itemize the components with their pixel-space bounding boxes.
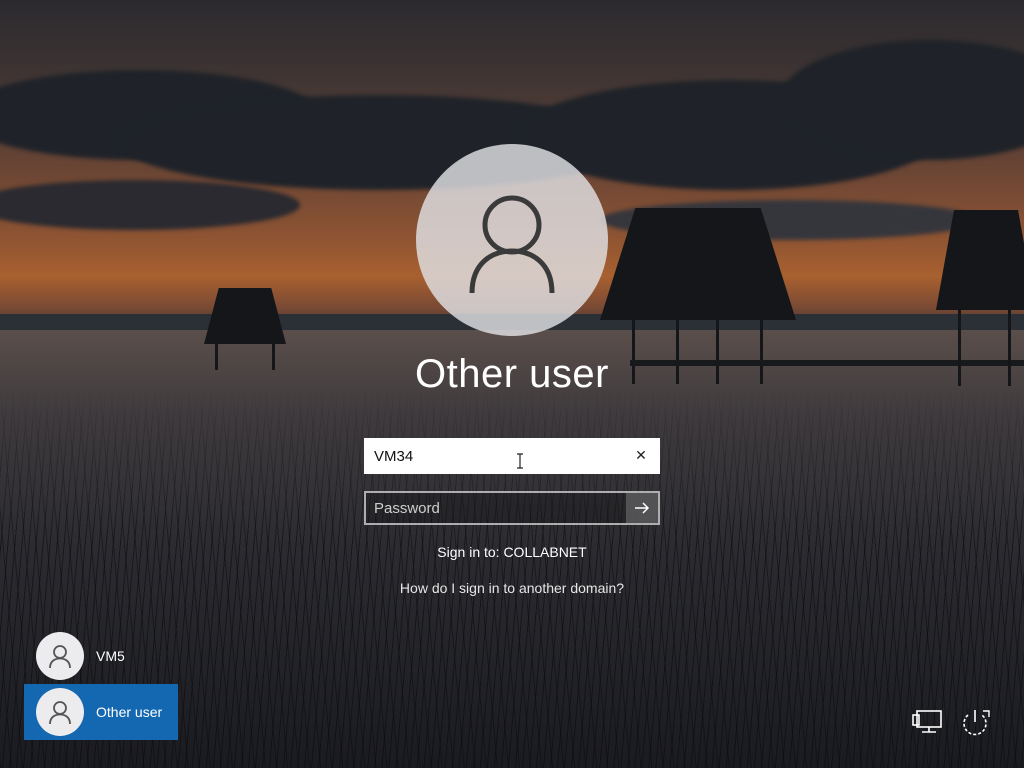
username-input[interactable] [366, 446, 626, 466]
person-icon [469, 195, 555, 294]
password-field[interactable] [364, 491, 660, 525]
person-icon [49, 645, 71, 669]
avatar [36, 632, 84, 680]
page-title: Other user [415, 352, 609, 396]
arrow-right-icon [635, 502, 650, 514]
user-tile-label: VM5 [96, 648, 125, 664]
network-icon [912, 710, 942, 733]
other-domain-link[interactable]: How do I sign in to another domain? [312, 580, 712, 596]
clear-icon[interactable]: ✕ [632, 447, 650, 465]
power-button[interactable] [958, 706, 992, 740]
username-field[interactable]: ✕ [364, 438, 660, 474]
user-tile-other-user[interactable]: Other user [24, 684, 178, 740]
text-cursor-icon [517, 453, 523, 469]
avatar [36, 688, 84, 736]
password-input[interactable] [366, 498, 626, 518]
power-icon [963, 710, 990, 736]
lock-screen: Other user ✕ Sign in to: COLLABNET How d… [0, 0, 1024, 768]
user-tile-vm5[interactable]: VM5 [24, 628, 178, 684]
user-tile-label: Other user [96, 704, 163, 720]
person-icon [49, 701, 71, 725]
signin-domain-text: Sign in to: COLLABNET [437, 544, 587, 560]
submit-button[interactable] [626, 493, 658, 523]
user-avatar [416, 144, 608, 336]
network-button[interactable] [910, 706, 944, 740]
